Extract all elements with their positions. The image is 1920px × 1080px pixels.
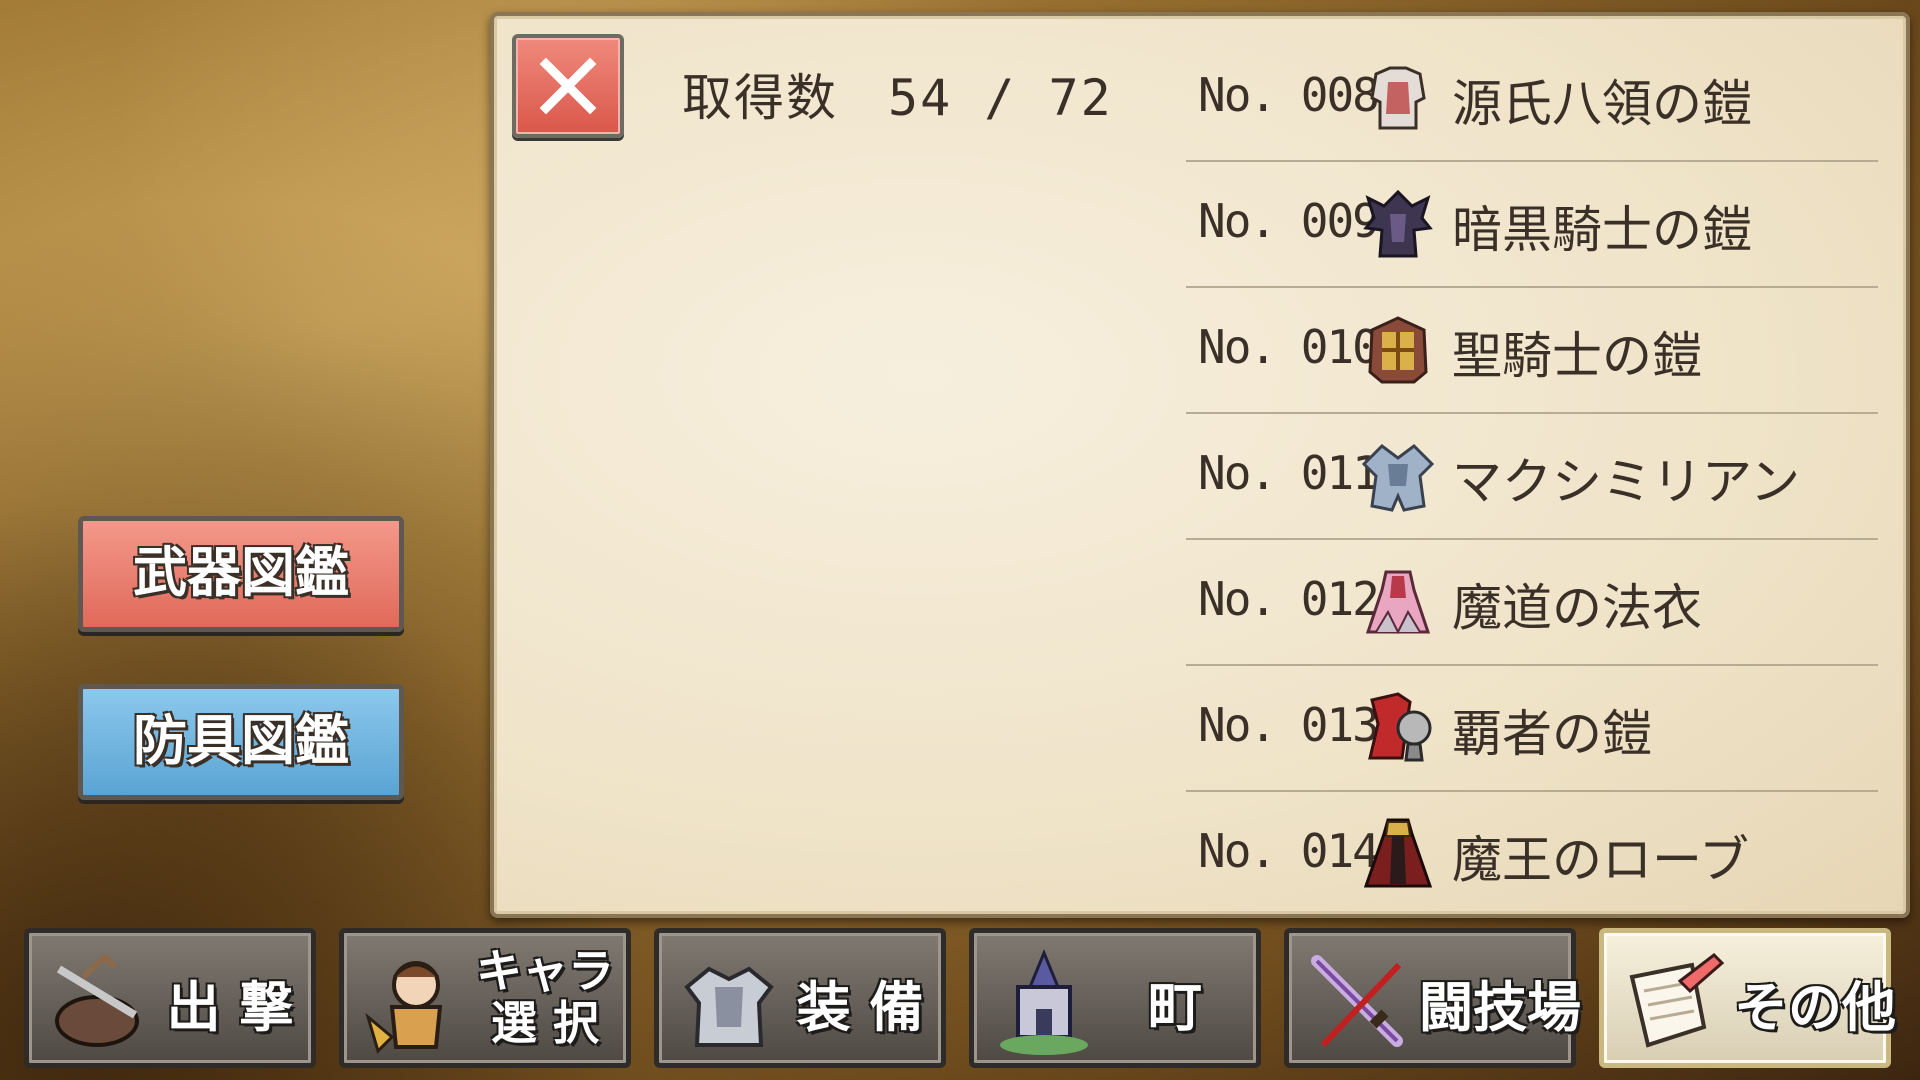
nav-sortie-button[interactable]: 出 撃 [24, 928, 316, 1068]
collection-count: 取得数 54 / 72 [682, 58, 1113, 127]
nav-character-select-button[interactable]: キャラ 選 択 [339, 928, 631, 1068]
nav-label: 装 備 [796, 976, 924, 1039]
list-item[interactable]: No. 010 聖騎士の鎧 [1186, 288, 1878, 414]
character-icon [365, 961, 443, 1054]
nav-label: 町 [1148, 976, 1202, 1039]
nav-label: その他 [1734, 976, 1896, 1039]
arena-icon [1311, 955, 1403, 1048]
item-name: 魔道の法衣 [1452, 579, 1702, 637]
nav-town-button[interactable]: 町 [969, 928, 1261, 1068]
list-item[interactable]: No. 008 源氏八領の鎧 [1186, 36, 1878, 162]
item-name: 覇者の鎧 [1452, 705, 1652, 763]
count-label: 取得数 [682, 69, 838, 127]
item-name: 魔王のローブ [1452, 831, 1749, 889]
equipment-icon [684, 966, 774, 1047]
dark-armor-icon [1363, 189, 1433, 258]
demon-robe-icon [1363, 818, 1433, 888]
close-icon [539, 57, 597, 115]
nav-label-line1: キャラ [476, 944, 614, 998]
item-name: 暗黒騎士の鎧 [1452, 201, 1752, 259]
nav-other-button[interactable]: その他 [1599, 928, 1896, 1068]
nav-label: 出 撃 [166, 976, 294, 1039]
nav-label: キャラ 選 択 [474, 945, 616, 1049]
sortie-icon [55, 952, 139, 1047]
red-armor-icon [1368, 692, 1432, 762]
list-item[interactable]: No. 011 マクシミリアン [1186, 414, 1878, 540]
robe-icon [1365, 570, 1431, 635]
silver-armor-icon [1361, 444, 1435, 512]
nav-label: 闘技場 [1419, 976, 1581, 1039]
count-value: 54 / 72 [888, 69, 1113, 127]
item-name: 源氏八領の鎧 [1452, 75, 1752, 133]
item-number: No. 012 [1198, 572, 1380, 626]
town-icon [1000, 949, 1088, 1055]
list-item[interactable]: No. 014 魔王のローブ [1186, 792, 1878, 918]
item-number: No. 011 [1198, 446, 1380, 500]
armor-encyclopedia-button[interactable]: 防具図鑑 [78, 684, 404, 800]
nav-label-line2: 選 択 [490, 996, 599, 1050]
item-number: No. 014 [1198, 824, 1380, 878]
item-number: No. 008 [1198, 68, 1380, 122]
item-name: 聖騎士の鎧 [1452, 327, 1702, 385]
list-item[interactable]: No. 009 暗黒騎士の鎧 [1186, 162, 1878, 288]
close-button[interactable] [512, 34, 624, 138]
white-armor-icon [1370, 66, 1426, 130]
nav-equipment-button[interactable]: 装 備 [654, 928, 946, 1068]
item-number: No. 010 [1198, 320, 1380, 374]
armor-list: No. 008 源氏八領の鎧 No. 009 暗黒騎士の鎧 No. 010 聖騎… [1186, 36, 1878, 918]
item-name: マクシミリアン [1452, 453, 1800, 511]
list-item[interactable]: No. 013 覇者の鎧 [1186, 666, 1878, 792]
weapons-encyclopedia-button[interactable]: 武器図鑑 [78, 516, 404, 632]
bottom-navigation: 出 撃 キャラ 選 択 装 備 町 闘技場 その他 [24, 928, 1896, 1074]
holy-armor-icon [1368, 316, 1428, 384]
scroll-icon [1629, 953, 1725, 1048]
item-number: No. 013 [1198, 698, 1380, 752]
nav-arena-button[interactable]: 闘技場 [1284, 928, 1581, 1068]
list-item[interactable]: No. 012 魔道の法衣 [1186, 540, 1878, 666]
item-number: No. 009 [1198, 194, 1380, 248]
